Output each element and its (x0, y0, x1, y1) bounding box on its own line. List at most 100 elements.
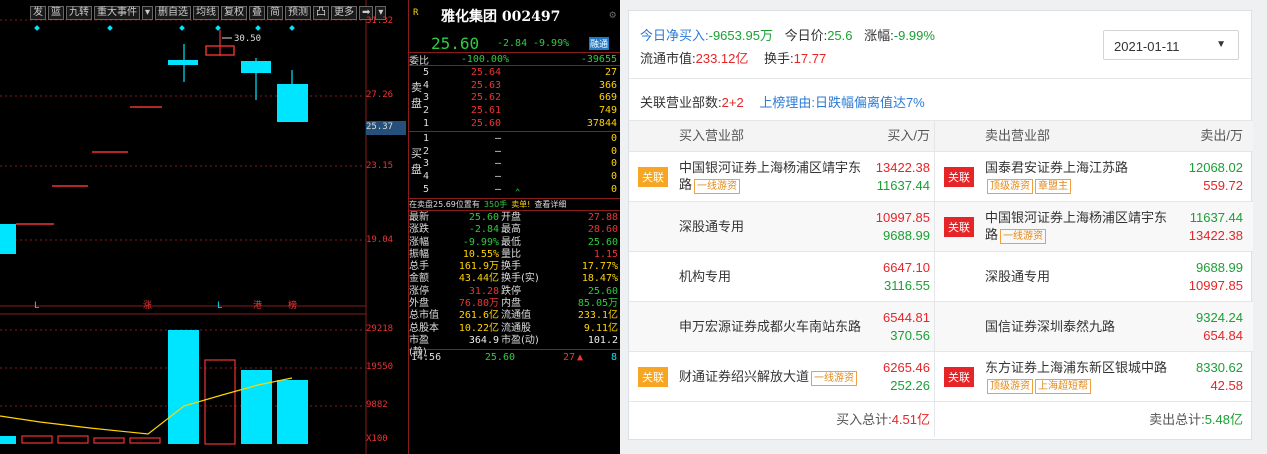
stat-row: 涨停 31.28 跌停 25.60 (409, 285, 618, 297)
order-row[interactable]: 3 25.62 669 (423, 92, 620, 105)
marker-diamonds (34, 25, 295, 31)
buy-book: 买盘 1–0 2–0 3–0 4–0 5–0 ⌃ (409, 132, 620, 198)
related-tag[interactable]: 关联 (944, 216, 974, 237)
net-buy-value: -9653.95万 (708, 28, 773, 43)
toolbar-button[interactable]: 更多 (331, 6, 358, 20)
volume-bar[interactable] (204, 359, 236, 445)
volume-bar[interactable] (0, 436, 16, 444)
volume-bar[interactable] (168, 330, 199, 444)
sell-dept-name[interactable]: 中国银河证券上海杨浦区靖宇东路 一线游资 (983, 202, 1173, 251)
volume-bar[interactable] (57, 435, 89, 444)
order-row[interactable]: 1 25.60 37844 (423, 117, 620, 130)
stat-row: 总股本 10.22亿 流通股 9.11亿 (409, 322, 618, 334)
stat-row: 涨幅 -9.99% 最低 25.60 (409, 236, 618, 248)
high-marker-text: 30.50 (234, 34, 261, 44)
sell-dept-name[interactable]: 国泰君安证券上海江苏路顶级游资 章盟主 (983, 152, 1173, 201)
sell-amounts: 12068.02 559.72 (1188, 159, 1243, 193)
toolbar-button[interactable]: 篮 (48, 6, 64, 20)
toolbar-button[interactable]: 均线 (193, 6, 220, 20)
toolbar-button[interactable]: 删自选 (155, 6, 192, 20)
buy-dept-name[interactable]: 机构专用 (677, 252, 867, 301)
volume-bars[interactable] (0, 330, 308, 445)
toolbar-button[interactable]: 发 (30, 6, 46, 20)
volume-bar[interactable] (129, 437, 161, 444)
dropdown-arrow-icon: ▼ (1216, 39, 1226, 50)
buy-dept-name[interactable]: 财通证券绍兴解放大道 一线游资 (677, 352, 867, 401)
summary-header: 今日净买入:-9653.95万 今日价:25.6 涨幅:-9.99% 流通市值:… (629, 11, 1253, 79)
gear-icon[interactable]: ⚙ (609, 8, 616, 21)
toolbar-button[interactable]: 九转 (66, 6, 92, 20)
toolbar-button[interactable]: 预测 (285, 6, 312, 20)
sell-amounts: 9324.24 654.84 (1196, 309, 1243, 343)
tick-row: 14:56 25.60 27 ▲ 8 (409, 349, 620, 365)
order-row[interactable]: 5 25.64 27 (423, 66, 620, 79)
axis-label: X100 (366, 434, 388, 444)
order-row[interactable]: 4–0 (423, 170, 620, 183)
date-select[interactable]: 2021-01-11 ▼ (1103, 30, 1239, 60)
toolbar-button[interactable]: 重大事件 (94, 6, 140, 20)
margin-badge: 融通 (589, 37, 610, 50)
sell-book-label: 卖盘 (411, 81, 422, 110)
col-sell-amt: 卖出/万 (1200, 128, 1243, 143)
table-row[interactable]: 关联 中国银河证券上海杨浦区靖宇东路 一线游资 13422.38 11637.44 关联国… (629, 151, 1253, 201)
buy-amounts: 6647.10 3116.55 (867, 252, 935, 301)
stat-row: 最新 25.60 开盘 27.88 (409, 212, 618, 223)
candle[interactable] (241, 61, 271, 73)
weibi-row: 委比 -100.00% -39655 (409, 52, 620, 67)
toolbar-button[interactable]: 凸 (313, 6, 330, 20)
buy-amounts: 13422.38 11637.44 (867, 152, 935, 201)
candle[interactable] (277, 84, 308, 122)
candles[interactable] (0, 30, 308, 254)
related-tag[interactable]: 关联 (944, 366, 974, 387)
order-row[interactable]: 2–0 (423, 145, 620, 158)
expand-up-icon[interactable]: ⌃ (515, 188, 520, 198)
weibi-label: 委比 (409, 55, 429, 67)
table-row[interactable]: 机构专用 6647.10 3116.55 深股通专用 9688.99 10997.85 (629, 251, 1253, 301)
related-tag[interactable]: 关联 (944, 166, 974, 187)
summary-line-1: 今日净买入:-9653.95万 今日价:25.6 涨幅:-9.99% (640, 28, 935, 43)
table-row[interactable]: 深股通专用 10997.85 9688.99 关联 中国银河证券上海杨浦区靖宇东路 一线游… (629, 201, 1253, 251)
order-row[interactable]: 2 25.61 749 (423, 104, 620, 117)
order-row[interactable]: 4 25.63 366 (423, 79, 620, 92)
table-row[interactable]: 关联 财通证券绍兴解放大道 一线游资 6265.46 252.26 关联 东方证券上海浦东新… (629, 351, 1253, 401)
kline-chart[interactable]: 30.50 L 涨 L 港 榜 (0, 0, 408, 454)
volume-bar[interactable] (21, 435, 53, 444)
sell-dept-name[interactable]: 深股通专用 (983, 252, 1173, 301)
trader-badge: 一线游资 (811, 370, 858, 386)
table-row[interactable]: 申万宏源证券成都火车南站东路 6544.81 370.56 国信证券深圳泰然九路 932… (629, 301, 1253, 351)
order-row[interactable]: 1–0 (423, 132, 620, 145)
toolbar-button[interactable]: 复权 (221, 6, 248, 20)
current-price: 25.60 (431, 34, 480, 53)
candle[interactable] (168, 60, 198, 65)
buy-amounts: 6544.81 370.56 (867, 302, 935, 351)
sell-dept-name[interactable]: 国信证券深圳泰然九路 (983, 302, 1173, 351)
candle[interactable] (0, 224, 16, 254)
buy-amounts: 6265.46 252.26 (867, 352, 935, 401)
stat-row: 振幅 10.55% 量比 1.15 (409, 248, 618, 260)
order-row[interactable]: 3–0 (423, 158, 620, 171)
table-header: 买入营业部 买入/万 卖出营业部 卖出/万 (629, 121, 1253, 151)
toolbar-button[interactable]: 简 (267, 6, 284, 20)
volume-bar[interactable] (241, 370, 272, 444)
marker-zhang: 涨 (143, 300, 152, 311)
related-tag[interactable]: 关联 (638, 366, 668, 387)
stat-row: 外盘 76.80万 内盘 85.05万 (409, 298, 618, 310)
toolbar-button[interactable]: 叠 (249, 6, 266, 20)
toolbar-dropdown-icon[interactable]: ▾ (142, 6, 154, 20)
order-row[interactable]: 5–0 (423, 183, 620, 196)
buy-dept-name[interactable]: 申万宏源证券成都火车南站东路 (677, 302, 867, 351)
sell-dept-name[interactable]: 东方证券上海浦东新区银城中路顶级游资 上海超短帮 (983, 352, 1173, 401)
summary-line-2: 流通市值:233.12亿 换手:17.77 (640, 51, 827, 66)
volume-bar[interactable] (93, 437, 125, 444)
dept-table: 买入营业部 买入/万 卖出营业部 卖出/万 关联 中国银河证券上海杨浦区靖宇东路一… (629, 121, 1253, 437)
stat-row: 总市值 261.6亿 流通值 233.1亿 (409, 310, 618, 322)
volume-bar[interactable] (277, 380, 308, 444)
buy-dept-name[interactable]: 中国银河证券上海杨浦区靖宇东路 一线游资 (677, 152, 867, 201)
float-cap-value: 233.12亿 (695, 51, 749, 66)
buy-orders: 1–0 2–0 3–0 4–0 5–0 (423, 132, 620, 196)
buy-dept-name[interactable]: 深股通专用 (677, 202, 867, 251)
view-detail-link[interactable]: 查看详细 (534, 199, 566, 210)
trader-badge: 上海超短帮 (1035, 379, 1091, 394)
order-notice[interactable]: 在卖盘25.69位置有 350手 卖单! 查看详细 (409, 198, 620, 211)
related-tag[interactable]: 关联 (638, 166, 668, 187)
